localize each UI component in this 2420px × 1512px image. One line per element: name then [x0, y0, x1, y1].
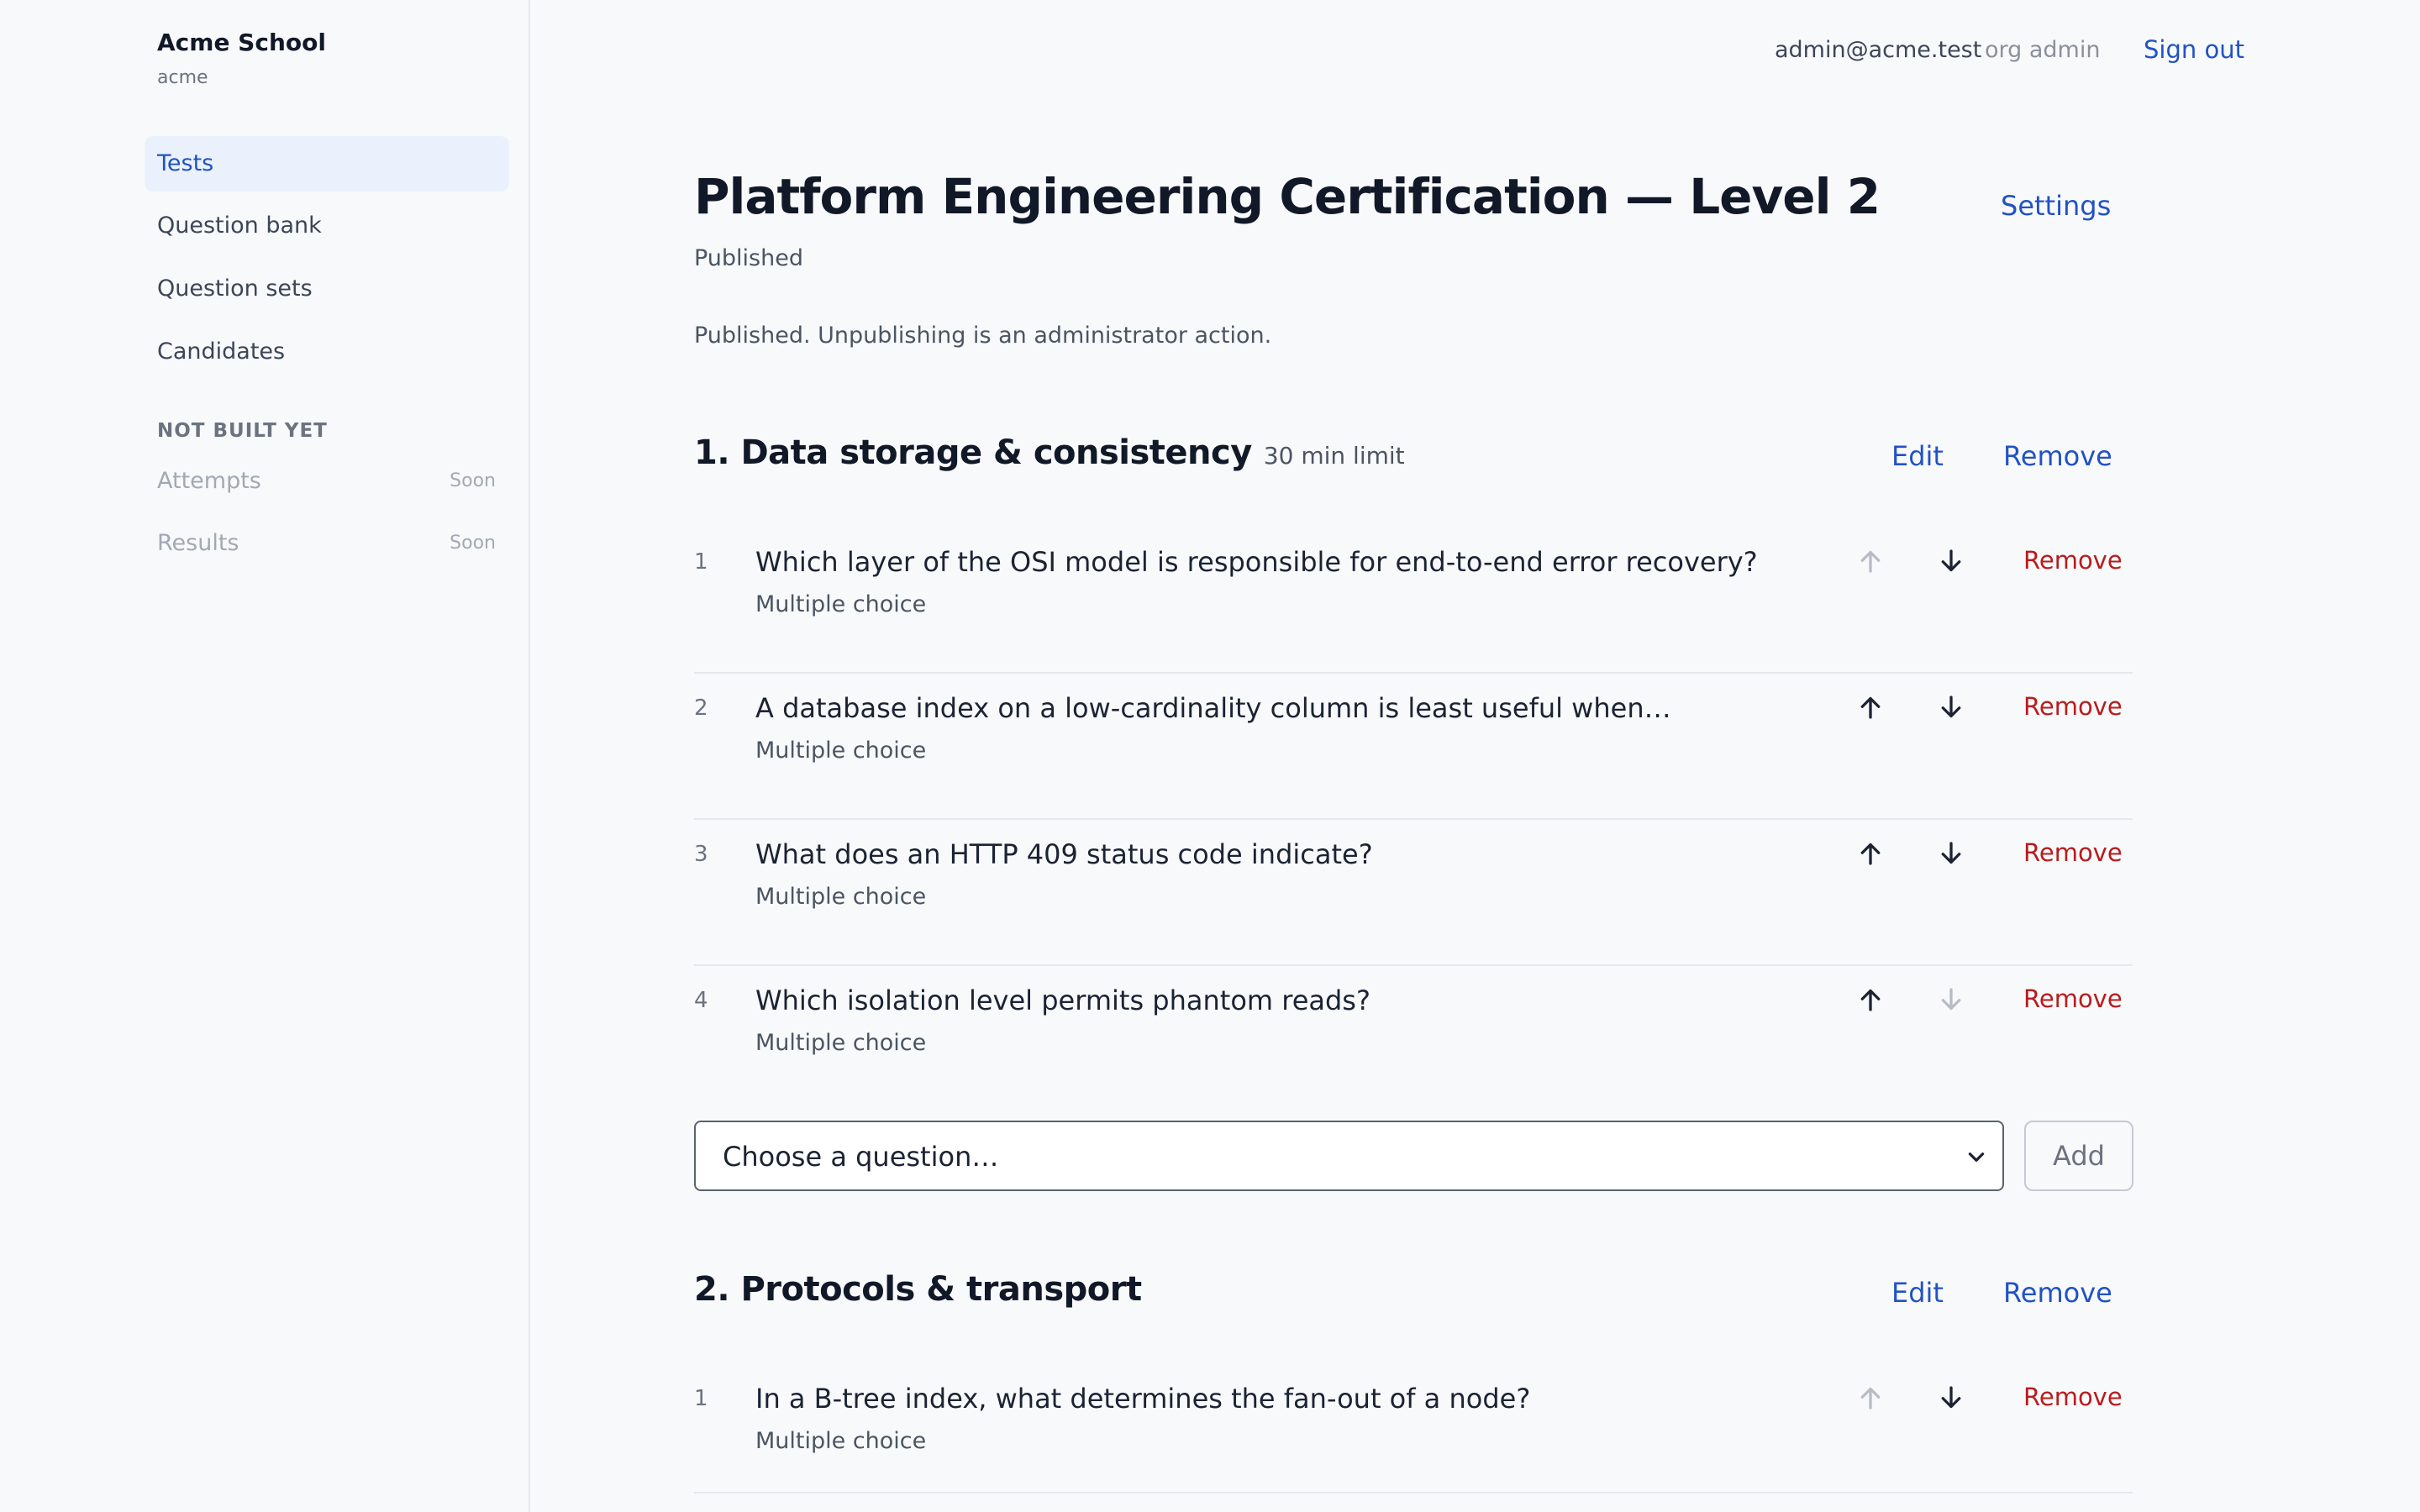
edit-section-button[interactable]: Edit [1891, 440, 1944, 472]
question-type: Multiple choice [755, 1428, 927, 1454]
sidebar-item-attempts: Attempts Soon [145, 454, 509, 509]
sidebar-item-question-sets[interactable]: Question sets [145, 261, 509, 317]
remove-question-button[interactable]: Remove [2023, 984, 2123, 1013]
section-name: 2. Protocols & transport [694, 1270, 1142, 1309]
arrow-up-icon [1860, 550, 1881, 573]
arrow-down-icon[interactable] [1936, 692, 1966, 722]
sidebar: Acme School acme Tests Question bank Que… [0, 0, 530, 1512]
question-number: 1 [694, 549, 708, 575]
remove-question-button[interactable]: Remove [2023, 546, 2123, 575]
arrow-down-icon[interactable] [1936, 838, 1966, 869]
question-row: 4 Which isolation level permits phantom … [694, 964, 2133, 1110]
settings-link[interactable]: Settings [2001, 190, 2111, 222]
question-number: 4 [694, 988, 708, 1013]
sidebar-item-label: Attempts [157, 468, 261, 494]
org-slug: acme [157, 67, 208, 88]
add-question-button[interactable]: Add [2024, 1121, 2133, 1191]
arrow-up-icon[interactable] [1855, 984, 1886, 1015]
time-limit: 30 min limit [1263, 442, 1405, 470]
section-title: 2. Protocols & transport [694, 1270, 1142, 1309]
sign-out-link[interactable]: Sign out [2144, 35, 2244, 64]
publish-notice: Published. Unpublishing is an administra… [694, 323, 1272, 349]
question-row: 1 Which layer of the OSI model is respon… [694, 526, 2133, 674]
org-name: Acme School [157, 29, 326, 56]
question-text: Which layer of the OSI model is responsi… [755, 546, 1758, 578]
question-text: What does an HTTP 409 status code indica… [755, 838, 1373, 870]
arrow-down-icon[interactable] [1936, 546, 1966, 576]
question-row: 1 In a B-tree index, what determines the… [694, 1362, 2133, 1494]
remove-question-button[interactable]: Remove [2023, 692, 2123, 721]
sidebar-item-results: Results Soon [145, 516, 509, 571]
question-text: In a B-tree index, what determines the f… [755, 1383, 1531, 1415]
question-row: 3 What does an HTTP 409 status code indi… [694, 818, 2133, 966]
user-role: org admin [1985, 37, 2101, 63]
chevron-down-icon [1968, 1152, 1985, 1162]
question-text: A database index on a low-cardinality co… [755, 692, 1671, 724]
arrow-down-icon[interactable] [1936, 1383, 1966, 1413]
question-number: 1 [694, 1386, 708, 1411]
soon-badge: Soon [450, 533, 496, 554]
soon-badge: Soon [450, 470, 496, 491]
section-name: 1. Data storage & consistency [694, 433, 1252, 472]
edit-section-button[interactable]: Edit [1891, 1277, 1944, 1309]
question-select[interactable]: Choose a question… [694, 1121, 2004, 1191]
question-type: Multiple choice [755, 1030, 927, 1056]
sidebar-item-tests[interactable]: Tests [145, 136, 509, 192]
question-text: Which isolation level permits phantom re… [755, 984, 1370, 1016]
remove-section-button[interactable]: Remove [2003, 1277, 2112, 1309]
arrow-down-icon [1941, 988, 1961, 1011]
sidebar-item-label: Results [157, 530, 239, 556]
question-type: Multiple choice [755, 738, 927, 764]
sidebar-section-heading: NOT BUILT YET [157, 420, 328, 442]
question-select-value: Choose a question… [723, 1141, 999, 1173]
question-number: 3 [694, 842, 708, 867]
sidebar-item-candidates[interactable]: Candidates [145, 324, 509, 380]
user-email: admin@acme.test [1775, 37, 1982, 63]
question-row: 2 A database index on a low-cardinality … [694, 672, 2133, 820]
section-title: 1. Data storage & consistency 30 min limi… [694, 433, 1405, 472]
arrow-up-icon[interactable] [1855, 838, 1886, 869]
remove-question-button[interactable]: Remove [2023, 1383, 2123, 1411]
sidebar-item-question-bank[interactable]: Question bank [145, 198, 509, 254]
question-type: Multiple choice [755, 884, 927, 910]
status-badge: Published [694, 245, 803, 271]
arrow-up-icon[interactable] [1855, 692, 1886, 722]
question-number: 2 [694, 696, 708, 721]
arrow-up-icon [1860, 1387, 1881, 1410]
remove-section-button[interactable]: Remove [2003, 440, 2112, 472]
remove-question-button[interactable]: Remove [2023, 838, 2123, 867]
page-title: Platform Engineering Certification — Lev… [694, 168, 1881, 225]
question-type: Multiple choice [755, 591, 927, 617]
